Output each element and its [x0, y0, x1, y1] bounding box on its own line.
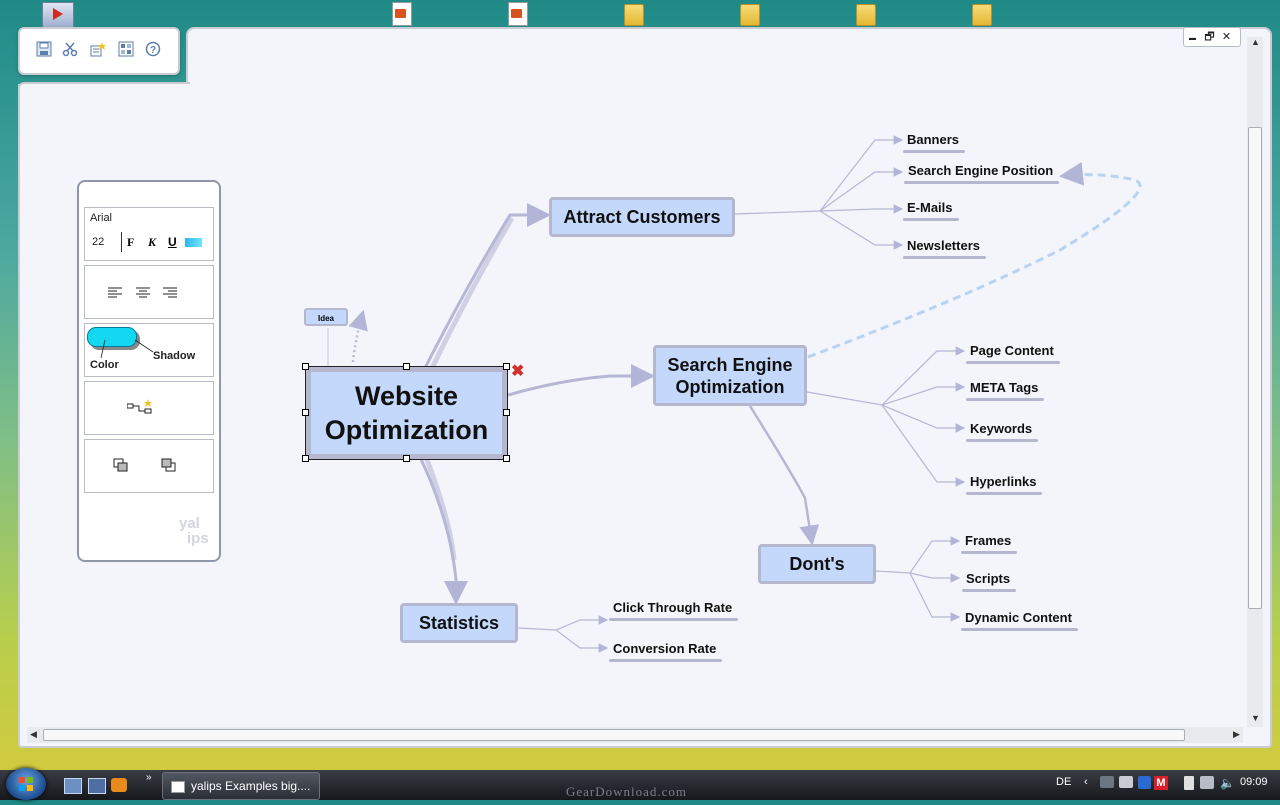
- leaf-node-page-content[interactable]: Page Content: [966, 343, 1060, 364]
- resize-handle[interactable]: [503, 409, 510, 416]
- leaf-node-hyperlinks[interactable]: Hyperlinks: [965, 474, 1044, 495]
- branch-node-label: Optimization: [675, 376, 785, 397]
- resize-handle[interactable]: [503, 363, 510, 370]
- leaf-node-conversion-rate[interactable]: Conversion Rate: [608, 641, 723, 662]
- delete-node-icon[interactable]: ✖: [511, 364, 524, 380]
- battery-icon[interactable]: [1184, 776, 1194, 790]
- switch-windows-icon[interactable]: [88, 778, 106, 794]
- resize-handle[interactable]: [403, 363, 410, 370]
- resize-handle[interactable]: [403, 455, 410, 462]
- leaf-node-frames[interactable]: Frames: [960, 533, 1018, 554]
- app-icon: [171, 780, 185, 793]
- resize-handle[interactable]: [302, 409, 309, 416]
- selection-frame: [305, 366, 508, 460]
- leaf-node-scripts[interactable]: Scripts: [961, 571, 1017, 592]
- branch-node-label: Dont's: [789, 553, 845, 574]
- leaf-node-newsletters[interactable]: Newsletters: [903, 238, 986, 259]
- language-indicator[interactable]: DE: [1056, 776, 1071, 788]
- branch-node-attract-customers[interactable]: Attract Customers: [549, 197, 735, 237]
- leaf-node-search-engine-position[interactable]: Search Engine Position: [903, 163, 1060, 184]
- leaf-node-dynamic-content[interactable]: Dynamic Content: [961, 610, 1078, 631]
- watermark: GearDownload.com: [566, 784, 688, 799]
- leaf-node-keywords[interactable]: Keywords: [965, 421, 1039, 442]
- network-icon[interactable]: [1100, 776, 1114, 788]
- branch-node-donts[interactable]: Dont's: [758, 544, 876, 584]
- leaf-node-banners[interactable]: Banners: [902, 132, 966, 153]
- media-player-icon[interactable]: [111, 778, 127, 792]
- show-desktop-icon[interactable]: [64, 778, 82, 794]
- resize-handle[interactable]: [302, 455, 309, 462]
- idea-node-label: Idea: [317, 314, 334, 323]
- start-button[interactable]: [6, 768, 46, 800]
- leaf-node-click-through-rate[interactable]: Click Through Rate: [608, 600, 739, 621]
- bluetooth-icon[interactable]: [1138, 776, 1151, 789]
- taskbar-button-yalips[interactable]: yalips Examples big....: [162, 772, 320, 800]
- leaf-node-emails[interactable]: E-Mails: [903, 200, 958, 221]
- tray-expand-icon[interactable]: ‹: [1084, 776, 1088, 788]
- printer-icon[interactable]: [1119, 776, 1133, 788]
- taskbar-button-label: yalips Examples big....: [191, 779, 311, 793]
- leaf-node-meta-tags[interactable]: META Tags: [965, 380, 1045, 401]
- clock[interactable]: 09:09: [1240, 776, 1268, 788]
- idea-node[interactable]: Idea: [304, 308, 348, 326]
- volume-icon[interactable]: 🔈: [1220, 776, 1235, 790]
- branch-node-label: Search Engine: [667, 354, 793, 375]
- resize-handle[interactable]: [503, 455, 510, 462]
- branch-node-label: Attract Customers: [563, 206, 721, 227]
- antivirus-icon[interactable]: M: [1154, 776, 1168, 790]
- resize-handle[interactable]: [302, 363, 309, 370]
- quicklaunch-more-icon[interactable]: »: [146, 772, 152, 783]
- branch-node-statistics[interactable]: Statistics: [400, 603, 518, 643]
- windows-logo-icon: [19, 777, 33, 791]
- branch-node-label: Statistics: [418, 612, 500, 633]
- branch-node-seo[interactable]: Search Engine Optimization: [653, 345, 807, 406]
- network-status-icon[interactable]: [1200, 776, 1214, 789]
- mindmap-connectors: [327, 135, 1142, 653]
